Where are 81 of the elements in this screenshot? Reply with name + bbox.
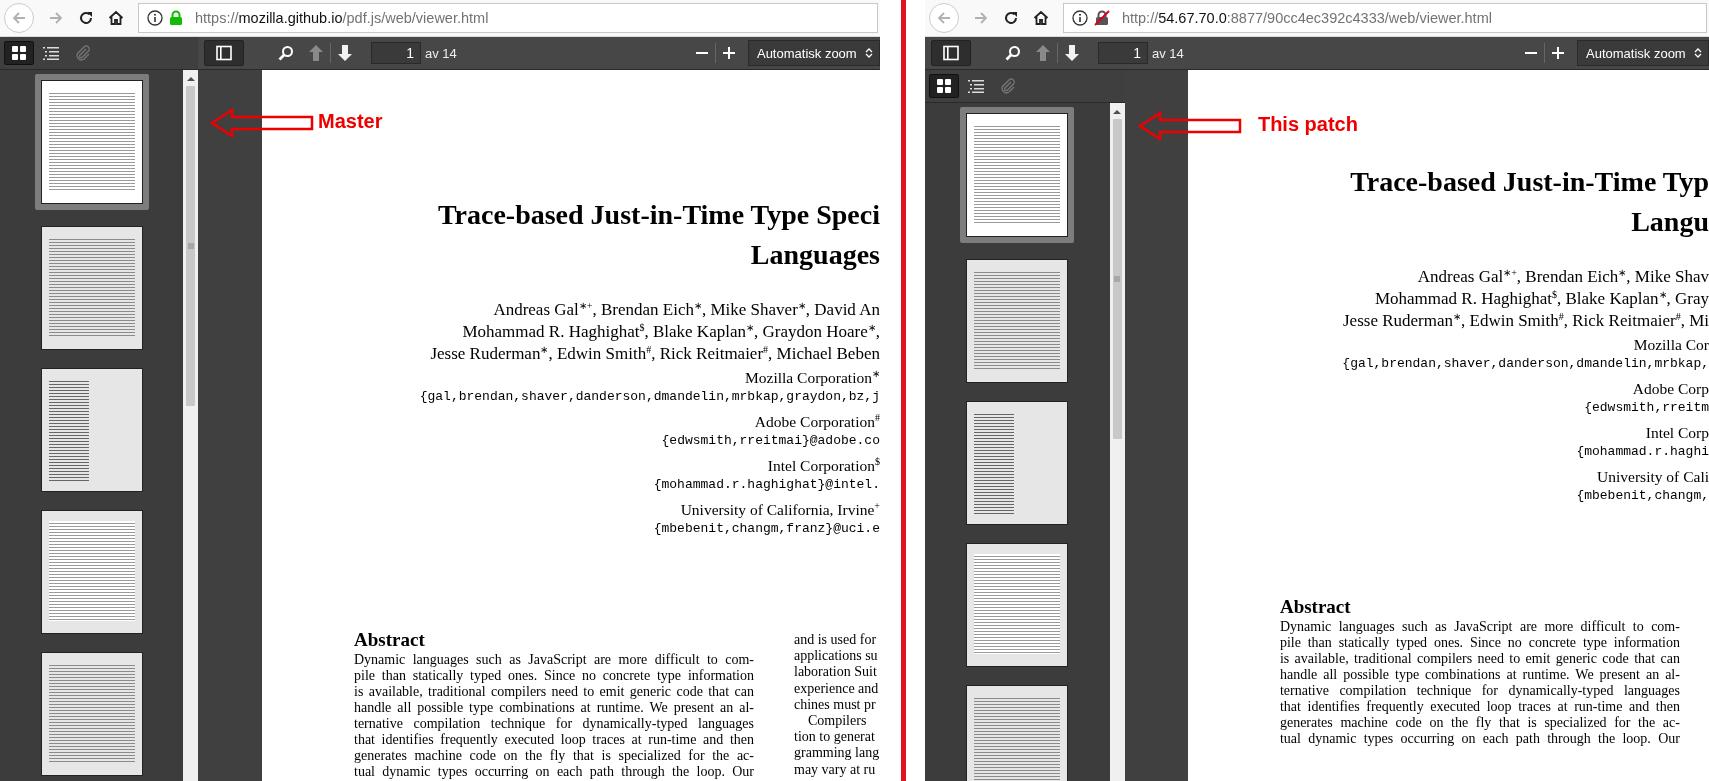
zoom-in-icon[interactable] [721, 46, 736, 60]
page-count: av 14 [425, 45, 457, 61]
author-line: Mohammad R. Haghighat$^{$}$, Blake Kaplan$^{∗}$, Gray [1373, 288, 1709, 310]
up-down-arrows-icon [1694, 47, 1702, 59]
info-icon[interactable] [1071, 10, 1088, 26]
zoom-select[interactable]: Automatisk zoom [747, 40, 880, 66]
affiliation-name: Mozilla Corporation$^{∗}$ [743, 368, 880, 388]
page-number-field[interactable]: 1 [1097, 42, 1148, 64]
abstract-heading: Abstract [354, 628, 426, 652]
page-count: av 14 [1151, 45, 1184, 61]
next-page-icon[interactable] [337, 44, 353, 62]
grip-icon [1114, 276, 1121, 282]
next-page-icon[interactable] [1063, 44, 1080, 62]
info-icon[interactable] [147, 10, 163, 26]
paper-title: Trace-based Just-in-Time Type Speci Languages [436, 198, 880, 272]
previous-page-icon[interactable] [1034, 44, 1051, 62]
search-icon[interactable] [1004, 45, 1021, 61]
email-addresses: {edwsmith,rreitmai}@adobe.co [660, 432, 880, 450]
reload-icon[interactable] [1002, 10, 1019, 26]
paper-title: Trace-based Just-in-Time Typ Langu [1349, 165, 1709, 239]
abstract-paragraph: Dynamic languages such as JavaScript are more difficult to com- pile than statically typed ones. Since no concrete type information is available, traditional compilers need to emit generic code that can handle all possible type combinations at runtime. We present an al- ternative compilation technique for dynamically-typed languages that identifies frequently executed loop traces at run-time and then generates machine code on the fly that is specialized for the ac- tual dynamic types occurring on each path through the loop. Our [354, 652, 754, 780]
address-bar[interactable]: https://mozilla.github.io/pdf.js/web/viewer.html [138, 3, 878, 33]
abstract-paragraph: Dynamic languages such as JavaScript are more difficult to com- pile than statically typed ones. Since no concrete type information is available, traditional compilers need to emit generic code that can handle all possible type combinations at runtime. We present an al- ternative compilation technique for dynamically-typed languages that identifies frequently executed loop traces at run-time and then generates machine code on the fly that is specialized for the ac- tual dynamic types occurring on each path through the loop. Our [1279, 619, 1680, 747]
affiliation-name: Adobe Corporation$^{#}$ [753, 412, 880, 432]
scroll-up-arrow-icon[interactable] [1113, 109, 1122, 115]
list-icon [43, 46, 59, 60]
sidebar-toggle-button[interactable] [930, 40, 971, 66]
grid-icon [12, 46, 26, 60]
up-down-arrows-icon [864, 47, 873, 59]
annotation-label: Master [318, 110, 383, 133]
annotation-label: This patch [1257, 113, 1358, 136]
author-line: Jesse Ruderman$^{∗}$, Edwin Smith$^{#}$, Rick Reitmaier$^{#}$, Michael Beben [429, 343, 880, 365]
sidebar-toggle-button[interactable] [204, 40, 244, 66]
sidebar-icon [942, 45, 959, 61]
sidebar-icon [216, 45, 232, 61]
page-number-field[interactable]: 1 [371, 42, 421, 64]
affiliation-name: Mozilla Cor [1632, 335, 1709, 355]
zoom-select[interactable]: Automatisk zoom [1577, 40, 1709, 66]
home-icon[interactable] [108, 10, 124, 26]
affiliation-name: University of California, Irvine$^{+}$ [679, 500, 880, 520]
grip-icon [187, 243, 194, 249]
email-addresses: {mohammad.r.haghi [1575, 443, 1709, 461]
list-icon [967, 79, 984, 93]
selected-page-thumbnail[interactable] [34, 74, 149, 210]
reload-icon[interactable] [78, 10, 94, 26]
email-addresses: {mohammad.r.haghighat}@intel. [652, 476, 880, 494]
scrollbar[interactable] [1109, 103, 1125, 781]
affiliation-name: University of Cali [1596, 467, 1709, 487]
address-bar[interactable]: http://54.67.70.0:8877/90cc4ec392c4333/web/viewer.html [1062, 3, 1707, 33]
affiliation-name: Intel Corp [1644, 423, 1709, 443]
email-addresses: {gal,brendan,shaver,danderson,dmandelin,mrbkap, [1341, 355, 1709, 373]
paperclip-icon [75, 45, 91, 61]
lock-icon[interactable] [169, 10, 183, 26]
thumbnails-view-button[interactable] [928, 74, 959, 98]
abstract-heading: Abstract [1279, 595, 1352, 619]
email-addresses: {mbebenit,changm, [1575, 487, 1709, 505]
scroll-up-arrow-icon[interactable] [186, 76, 195, 82]
selected-page-thumbnail[interactable] [960, 107, 1075, 243]
grid-icon [936, 79, 951, 93]
email-addresses: {gal,brendan,shaver,danderson,dmandelin,mrbkap,graydon,bz,j [418, 388, 880, 406]
author-line: Jesse Ruderman$^{∗}$, Edwin Smith$^{#}$, Rick Reitmaier$^{#}$, Mi [1342, 310, 1709, 332]
back-arrow-icon [11, 10, 27, 26]
back-arrow-icon [935, 10, 952, 26]
email-addresses: {edwsmith,rreitm [1583, 399, 1709, 417]
scrollbar[interactable] [183, 70, 198, 781]
body-text-column: and is used for applications su laboration Suit experience and chines must pr Compilers tion to generat gramming lang may vary at ru [794, 632, 880, 780]
home-icon[interactable] [1032, 10, 1049, 26]
thumbnails-view-button[interactable] [4, 41, 34, 65]
author-line: Mohammad R. Haghighat$^{$}$, Blake Kaplan$^{∗}$, Graydon Hoare$^{∗}$, [461, 321, 880, 343]
author-line: Andreas Gal$^{∗+}$, Brendan Eich$^{∗}$, Mike Shaver$^{∗}$, David An [492, 299, 880, 321]
previous-page-icon[interactable] [308, 44, 324, 62]
insecure-lock-icon[interactable] [1093, 10, 1110, 26]
zoom-in-icon[interactable] [1551, 46, 1565, 60]
author-line: Andreas Gal$^{∗+}$, Brendan Eich$^{∗}$, Mike Shav [1416, 266, 1709, 288]
affiliation-name: Adobe Corp [1631, 379, 1709, 399]
paperclip-icon [999, 78, 1016, 94]
email-addresses: {mbebenit,changm,franz}@uci.e [652, 520, 880, 538]
affiliation-name: Intel Corporation$^{$}$ [766, 456, 880, 476]
url-text: http://54.67.70.0:8877/90cc4ec392c4333/web/viewer.html [1121, 10, 1492, 26]
search-icon[interactable] [278, 45, 294, 61]
url-text: https://mozilla.github.io/pdf.js/web/viewer.html [195, 10, 489, 26]
